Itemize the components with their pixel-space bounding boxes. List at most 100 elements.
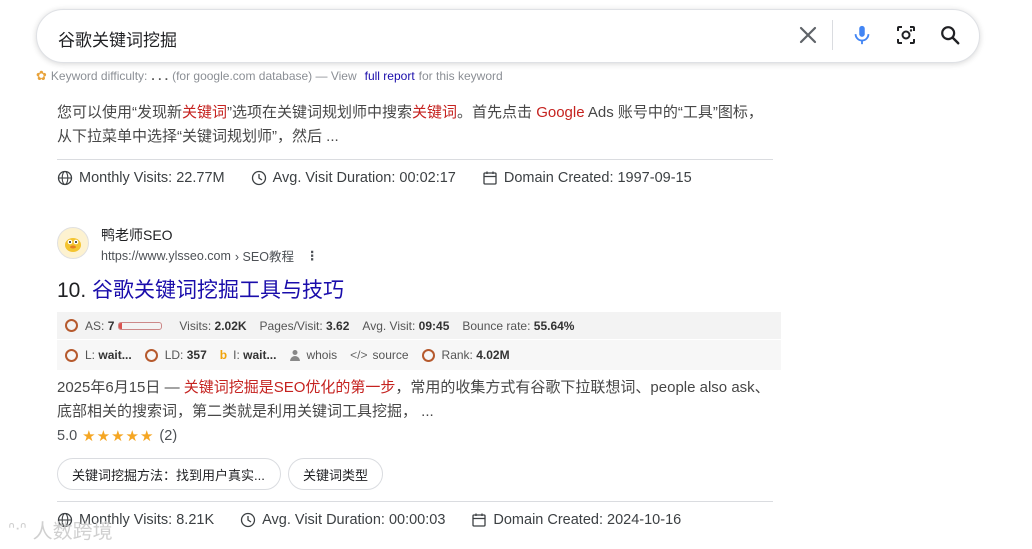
watermark-logo-icon: ᐢᐧᐢ xyxy=(8,519,27,539)
avg-visit-metric: Avg. Visit: 09:45 xyxy=(362,319,449,333)
visits-metric[interactable]: Visits: 2.02K xyxy=(179,319,246,333)
code-icon: </> xyxy=(350,348,368,362)
search-input[interactable]: 谷歌关键词挖掘 xyxy=(58,26,177,51)
duck-logo-icon xyxy=(65,238,81,252)
divider xyxy=(57,159,773,160)
prev-result-snippet: 您可以使用“发现新关键词”选项在关键词规划师中搜索关键词。首先点击 Google… xyxy=(57,101,777,149)
as-ring-icon xyxy=(65,319,78,332)
ld-ring-icon xyxy=(144,348,158,362)
search-box[interactable] xyxy=(36,9,980,63)
lens-icon[interactable] xyxy=(893,22,919,48)
microphone-icon[interactable] xyxy=(849,22,875,48)
kd-tail: for this keyword xyxy=(418,69,503,83)
domain-created-text: Domain Created: 2024-10-16 xyxy=(493,512,682,528)
keyword-difficulty-line: ✿ Keyword difficulty: . . . (for google.… xyxy=(36,68,507,84)
source-link[interactable]: </> source xyxy=(350,348,408,362)
rating: 5.0 ★★★★★ (2) xyxy=(57,427,177,445)
bounce-value: 55.64% xyxy=(533,318,575,333)
l-ring-icon xyxy=(65,348,78,362)
i-metric[interactable]: b I: wait... xyxy=(220,348,277,362)
kd-db: (for google.com database) — View xyxy=(172,69,357,83)
bing-icon: b xyxy=(219,348,228,362)
result-metrics: Monthly Visits: 8.21K Avg. Visit Duratio… xyxy=(57,512,707,528)
result-title-link[interactable]: 10. 谷歌关键词挖掘工具与技巧 xyxy=(57,274,344,304)
pages-value: 3.62 xyxy=(326,318,350,333)
kd-dots: . . . xyxy=(151,69,169,83)
rank-value: 4.02M xyxy=(476,348,510,362)
site-breadcrumb[interactable]: › SEO教程 xyxy=(235,246,294,265)
domain-created: Domain Created: 2024-10-16 xyxy=(471,512,681,528)
calendar-icon xyxy=(483,171,497,185)
result-title[interactable]: 谷歌关键词挖掘工具与技巧 xyxy=(92,279,344,302)
calendar-icon xyxy=(472,513,487,527)
as-metric[interactable]: AS: 7 xyxy=(65,318,163,333)
full-report-link[interactable]: full report xyxy=(365,69,415,83)
snippet-text: ”选项在关键词规划师中搜索 xyxy=(227,104,413,121)
flower-icon: ✿ xyxy=(36,68,47,83)
search-divider xyxy=(832,20,833,50)
snippet-text: 您可以使用“发现新 xyxy=(57,104,182,121)
ld-metric[interactable]: LD: 357 xyxy=(144,348,207,362)
i-value: wait... xyxy=(243,348,277,362)
domain-created: Domain Created: 1997-09-15 xyxy=(482,170,692,186)
l-metric[interactable]: L: wait... xyxy=(65,348,132,362)
snippet-text: 。首先点击 xyxy=(457,104,537,121)
pages-visit-metric: Pages/Visit: 3.62 xyxy=(260,319,350,333)
site-name[interactable]: 鸭老师SEO xyxy=(101,225,173,245)
snippet-highlight: 关键词挖掘是SEO优化的第一步 xyxy=(183,379,396,396)
globe-icon xyxy=(57,170,73,186)
close-icon[interactable] xyxy=(795,22,821,48)
avg-visit-label: Avg. Visit: xyxy=(362,318,416,333)
site-url-text[interactable]: https://www.ylsseo.com xyxy=(101,249,231,263)
chip-keyword-types[interactable]: 关键词类型 xyxy=(288,458,384,490)
i-label: I: xyxy=(233,348,240,362)
whois-label[interactable]: whois xyxy=(306,348,337,362)
prev-result-metrics: Monthly Visits: 22.77M Avg. Visit Durati… xyxy=(57,170,718,186)
as-label: AS: xyxy=(85,318,105,333)
rank-label: Rank: xyxy=(441,348,473,362)
visits-value: 2.02K xyxy=(214,318,247,333)
watermark: ᐢᐧᐢ 人数跨境 xyxy=(8,515,113,544)
snippet-highlight: 关键词 xyxy=(182,104,228,121)
search-icon[interactable] xyxy=(937,22,963,48)
result-snippet: 2025年6月15日 — 关键词挖掘是SEO优化的第一步，常用的收集方式有谷歌下… xyxy=(57,376,777,424)
rank-metric[interactable]: Rank: 4.02M xyxy=(421,348,510,362)
l-label: L: xyxy=(85,348,96,362)
as-progress-bar xyxy=(118,321,163,330)
pages-label: Pages/Visit: xyxy=(259,318,323,333)
source-label[interactable]: source xyxy=(373,348,409,362)
snippet-text: 2025年6月15日 — xyxy=(57,379,184,396)
avg-visit-value: 09:45 xyxy=(418,318,450,333)
chip-label: 关键词挖掘方法：找到用户真实... xyxy=(72,467,265,483)
clock-icon xyxy=(251,170,266,186)
rating-value: 5.0 xyxy=(57,428,78,444)
bounce-rate-metric: Bounce rate: 55.64% xyxy=(462,319,574,333)
more-options-icon[interactable]: ⋮ xyxy=(306,248,319,263)
domain-created-text: Domain Created: 1997-09-15 xyxy=(503,170,692,186)
chip-label: 关键词类型 xyxy=(303,467,369,483)
rank-ring-icon xyxy=(421,348,435,362)
whois-link[interactable]: whois xyxy=(289,348,337,362)
review-count: (2) xyxy=(159,428,178,444)
site-favicon[interactable] xyxy=(57,227,89,259)
seo-bar-row-2: L: wait... LD: 357 b I: wait... whois </… xyxy=(57,340,781,370)
l-value: wait... xyxy=(98,348,132,362)
person-icon xyxy=(290,350,301,361)
chip-keyword-method[interactable]: 关键词挖掘方法：找到用户真实... xyxy=(57,458,281,490)
watermark-text: 人数跨境 xyxy=(32,521,113,543)
seo-bar-row-1: AS: 7 Visits: 2.02K Pages/Visit: 3.62 Av… xyxy=(57,312,781,339)
visits-label: Visits: xyxy=(179,318,212,333)
bounce-label: Bounce rate: xyxy=(462,318,531,333)
monthly-visits-text: Monthly Visits: 22.77M xyxy=(79,170,225,186)
kd-label: Keyword difficulty: xyxy=(50,69,148,83)
ld-value: 357 xyxy=(186,348,207,362)
clock-icon xyxy=(240,512,256,528)
snippet-highlight: 关键词 xyxy=(412,104,458,121)
avg-visit-duration-text: Avg. Visit Duration: 00:02:17 xyxy=(272,170,456,186)
site-url[interactable]: https://www.ylsseo.com › SEO教程 ⋮ xyxy=(101,246,318,265)
avg-visit-duration: Avg. Visit Duration: 00:02:17 xyxy=(251,170,456,186)
snippet-highlight: Google xyxy=(536,104,585,121)
divider xyxy=(57,501,773,502)
result-number: 10. xyxy=(57,279,87,302)
star-rating-icon: ★★★★★ xyxy=(82,428,155,445)
